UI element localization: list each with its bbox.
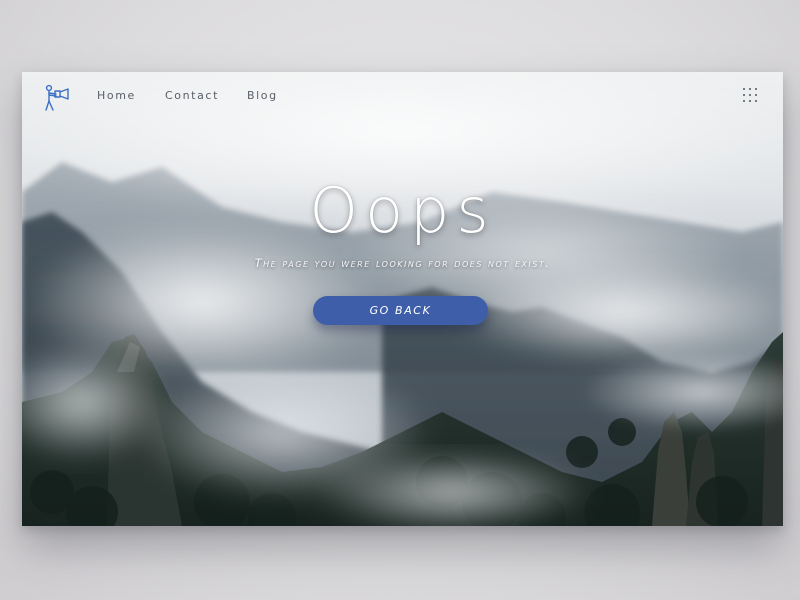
error-title: Oops [309,174,496,247]
photographer-with-camera-icon[interactable] [40,82,72,114]
error-page-card: Home Contact Blog Oops The page you were… [22,72,783,526]
error-message: The page you were looking for does not e… [254,256,551,270]
nav-link-contact[interactable]: Contact [165,89,219,102]
nav-link-blog[interactable]: Blog [247,89,278,102]
grid-dots-icon[interactable] [743,88,759,104]
nav-link-home[interactable]: Home [97,89,136,102]
go-back-button[interactable]: GO BACK [313,296,488,325]
top-navigation: Home Contact Blog [22,72,783,122]
